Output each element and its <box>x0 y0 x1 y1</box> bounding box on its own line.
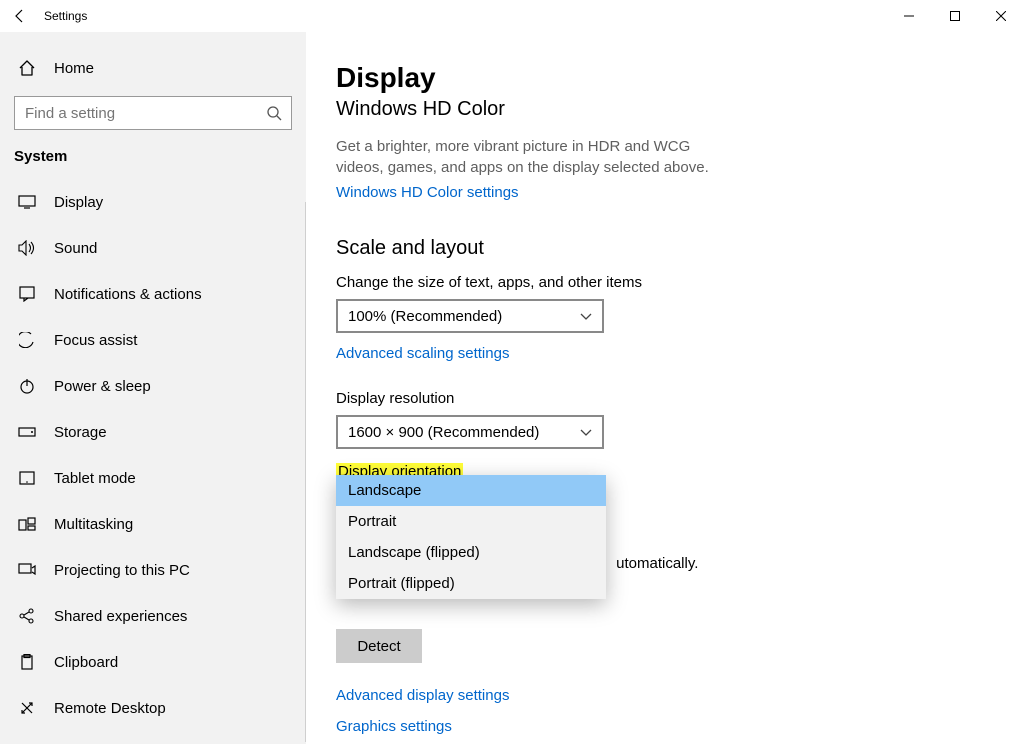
hd-color-settings-link[interactable]: Windows HD Color settings <box>336 184 994 201</box>
search-input-wrap[interactable] <box>14 96 292 130</box>
window-controls <box>886 0 1024 32</box>
sidebar: Home System Display Sound <box>0 32 306 744</box>
nav-label: Tablet mode <box>54 470 136 487</box>
settings-window: Settings Home <box>0 0 1024 744</box>
search-icon <box>257 105 291 121</box>
nav-label: Shared experiences <box>54 608 187 625</box>
advanced-scaling-link[interactable]: Advanced scaling settings <box>336 345 994 362</box>
focus-assist-icon <box>14 332 40 348</box>
detect-button[interactable]: Detect <box>336 629 422 663</box>
sound-icon <box>14 240 40 256</box>
nav-item-power[interactable]: Power & sleep <box>0 363 306 409</box>
nav-label: Sound <box>54 240 97 257</box>
nav-label: Display <box>54 194 103 211</box>
search-input[interactable] <box>15 105 257 122</box>
hd-subtitle: Windows HD Color <box>336 98 994 121</box>
notifications-icon <box>14 286 40 302</box>
chevron-down-icon <box>580 424 592 441</box>
resolution-value: 1600 × 900 (Recommended) <box>348 424 539 441</box>
clipboard-icon <box>14 654 40 670</box>
home-icon <box>14 59 40 77</box>
scale-heading: Scale and layout <box>336 237 994 260</box>
shared-icon <box>14 608 40 624</box>
chevron-down-icon <box>580 308 592 325</box>
home-nav[interactable]: Home <box>0 46 306 90</box>
nav-label: Clipboard <box>54 654 118 671</box>
tablet-icon <box>14 471 40 485</box>
resolution-label: Display resolution <box>336 390 994 407</box>
nav-divider <box>305 202 306 742</box>
storage-icon <box>14 427 40 437</box>
scale-value: 100% (Recommended) <box>348 308 502 325</box>
nav-item-sound[interactable]: Sound <box>0 225 306 271</box>
nav-item-remote[interactable]: Remote Desktop <box>0 685 306 731</box>
nav-label: Projecting to this PC <box>54 562 190 579</box>
scale-combobox[interactable]: 100% (Recommended) <box>336 299 604 333</box>
nav-label: Multitasking <box>54 516 133 533</box>
nav-item-projecting[interactable]: Projecting to this PC <box>0 547 306 593</box>
nav-item-tablet[interactable]: Tablet mode <box>0 455 306 501</box>
projecting-icon <box>14 563 40 577</box>
nav-label: Focus assist <box>54 332 137 349</box>
titlebar: Settings <box>0 0 1024 32</box>
multitasking-icon <box>14 517 40 531</box>
orientation-option-landscape-flipped[interactable]: Landscape (flipped) <box>336 537 606 568</box>
category-heading: System <box>0 130 306 175</box>
nav-item-notifications[interactable]: Notifications & actions <box>0 271 306 317</box>
scale-label: Change the size of text, apps, and other… <box>336 274 994 291</box>
display-icon <box>14 195 40 209</box>
nav-item-shared[interactable]: Shared experiences <box>0 593 306 639</box>
nav-label: Remote Desktop <box>54 700 166 717</box>
power-icon <box>14 378 40 394</box>
nav-label: Storage <box>54 424 107 441</box>
minimize-button[interactable] <box>886 0 932 32</box>
page-title: Display <box>336 62 994 94</box>
close-button[interactable] <box>978 0 1024 32</box>
orientation-option-landscape[interactable]: Landscape <box>336 475 606 506</box>
nav-item-display[interactable]: Display <box>0 179 306 225</box>
nav-label: Power & sleep <box>54 378 151 395</box>
remote-icon <box>14 700 40 716</box>
resolution-combobox[interactable]: 1600 × 900 (Recommended) <box>336 415 604 449</box>
advanced-display-link[interactable]: Advanced display settings <box>336 687 994 704</box>
nav-list: Display Sound Notifications & actions Fo… <box>0 179 306 744</box>
nav-label: Notifications & actions <box>54 286 202 303</box>
main-panel: Display Windows HD Color Get a brighter,… <box>306 32 1024 744</box>
window-title: Settings <box>40 9 87 23</box>
graphics-settings-link[interactable]: Graphics settings <box>336 718 994 735</box>
hd-description: Get a brighter, more vibrant picture in … <box>336 136 736 178</box>
orientation-option-portrait[interactable]: Portrait <box>336 506 606 537</box>
back-button[interactable] <box>0 0 40 32</box>
nav-item-focus-assist[interactable]: Focus assist <box>0 317 306 363</box>
nav-item-clipboard[interactable]: Clipboard <box>0 639 306 685</box>
nav-item-multitasking[interactable]: Multitasking <box>0 501 306 547</box>
orientation-dropdown[interactable]: Landscape Portrait Landscape (flipped) P… <box>336 475 606 599</box>
orientation-option-portrait-flipped[interactable]: Portrait (flipped) <box>336 568 606 599</box>
home-label: Home <box>54 60 94 77</box>
nav-item-storage[interactable]: Storage <box>0 409 306 455</box>
maximize-button[interactable] <box>932 0 978 32</box>
